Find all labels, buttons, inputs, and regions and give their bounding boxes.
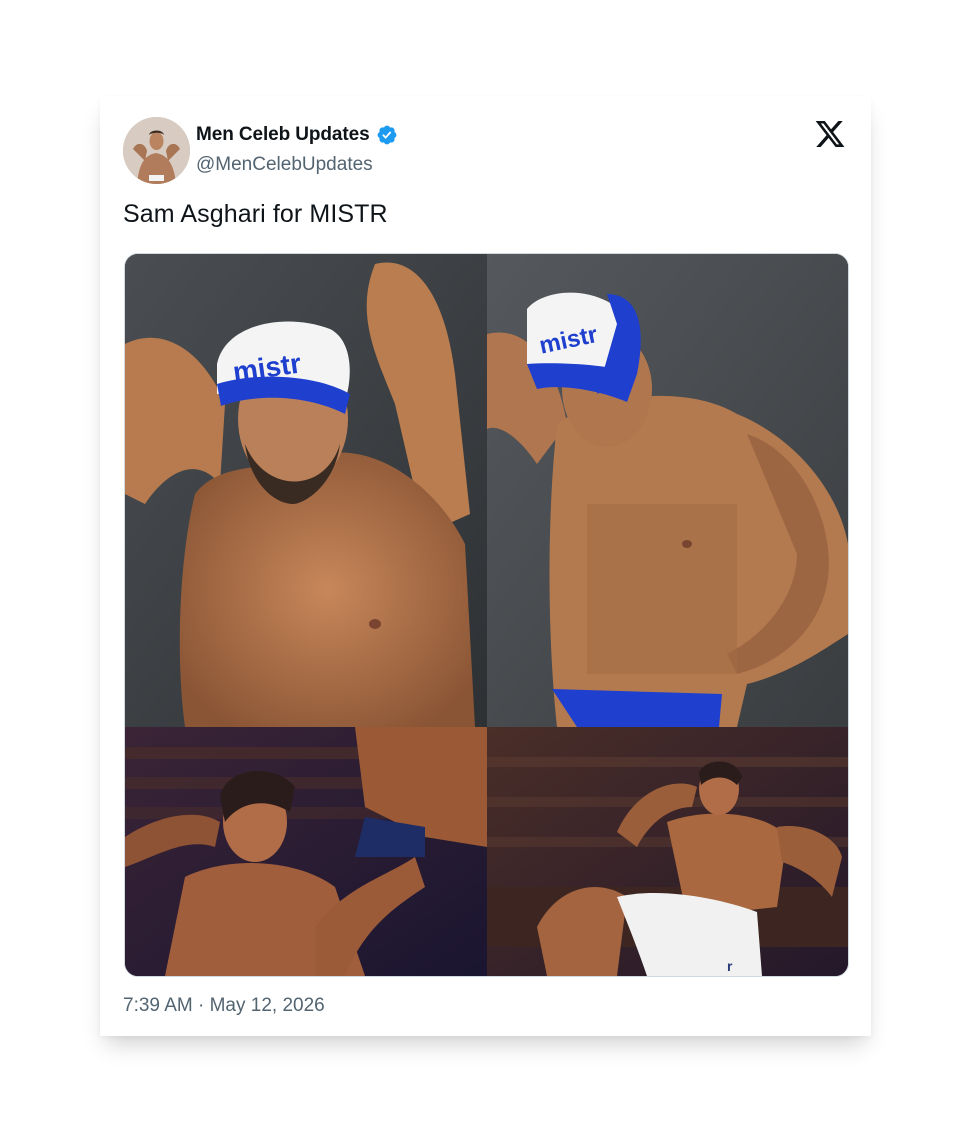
tweet-card[interactable]: Men Celeb Updates @MenCelebUpdates Sam A… xyxy=(100,96,871,1036)
display-name[interactable]: Men Celeb Updates xyxy=(196,124,370,146)
name-row: Men Celeb Updates xyxy=(196,124,398,146)
screenshot-stage: Men Celeb Updates @MenCelebUpdates Sam A… xyxy=(0,0,971,1139)
verified-badge-icon xyxy=(377,125,396,145)
avatar-image xyxy=(123,117,190,184)
user-handle[interactable]: @MenCelebUpdates xyxy=(196,154,373,176)
towel-text: r xyxy=(727,958,733,974)
media-photo-4[interactable]: r xyxy=(487,727,848,976)
x-logo-icon[interactable] xyxy=(814,118,846,150)
media-grid: mistr mistr r xyxy=(124,253,849,977)
tweet-timestamp[interactable]: 7:39 AM · May 12, 2026 xyxy=(123,995,325,1017)
media-photo-2[interactable]: mistr xyxy=(487,254,848,727)
media-photo-3[interactable] xyxy=(125,727,487,976)
profile-avatar[interactable] xyxy=(123,117,190,184)
media-photo-1[interactable]: mistr xyxy=(125,254,487,727)
tweet-text: Sam Asghari for MISTR xyxy=(123,200,388,228)
